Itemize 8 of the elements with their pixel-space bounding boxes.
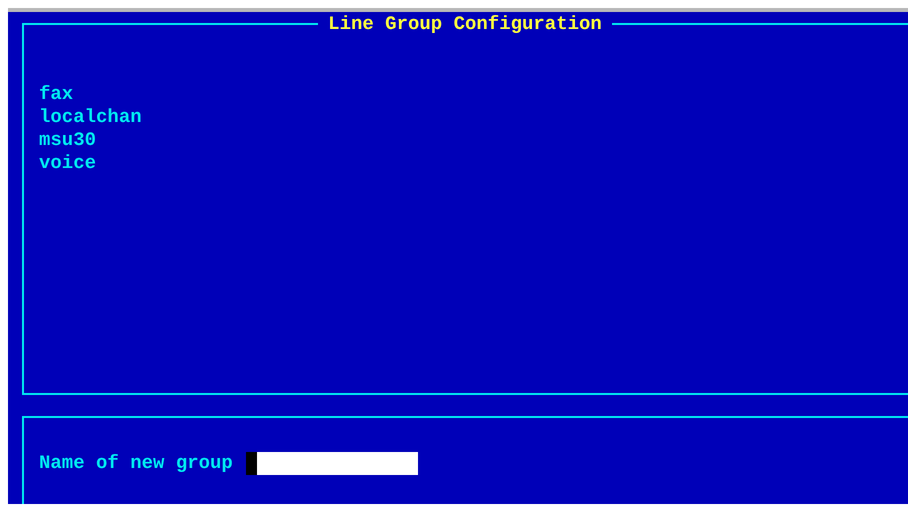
field-label: Name of new group	[39, 452, 233, 475]
text-cursor	[246, 452, 257, 475]
input-field[interactable]	[246, 452, 418, 475]
group-list-item[interactable]: localchan	[39, 106, 908, 129]
group-list-item[interactable]: msu30	[39, 129, 908, 152]
window-title: Line Group Configuration	[327, 12, 603, 36]
group-list-item[interactable]: voice	[39, 152, 908, 175]
group-list-item[interactable]: fax	[39, 83, 908, 106]
